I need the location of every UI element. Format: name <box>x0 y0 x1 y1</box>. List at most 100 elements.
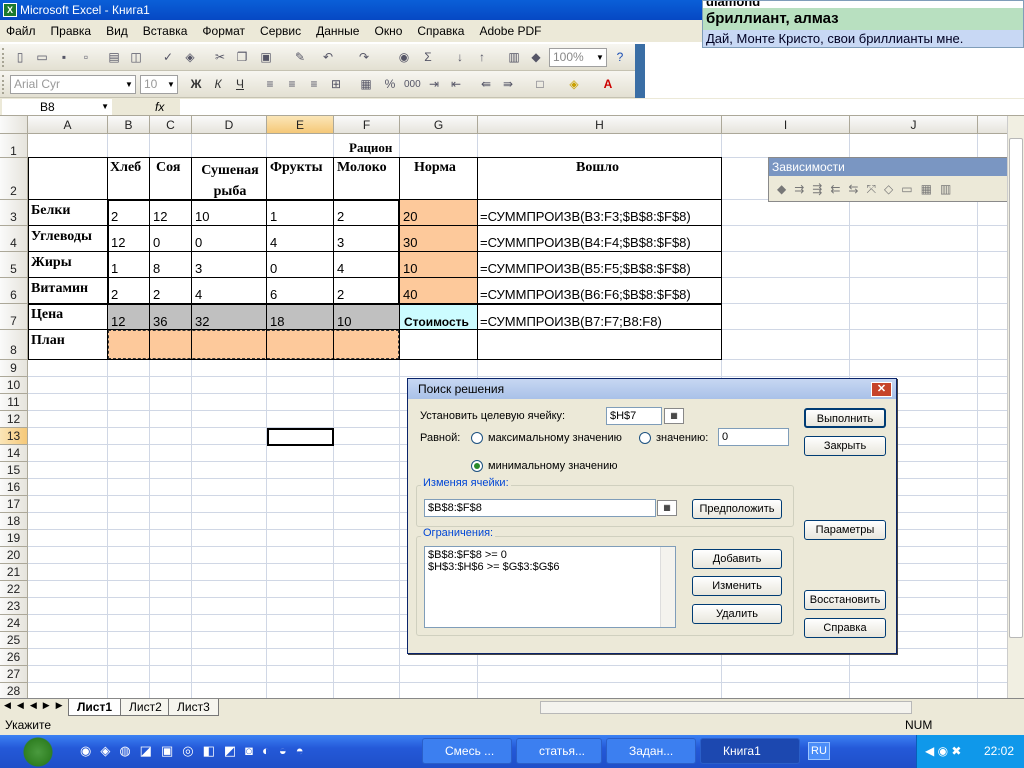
row-header-24[interactable]: 24 <box>0 615 28 632</box>
thousands-button[interactable]: 000 <box>404 77 421 92</box>
formula-cell[interactable]: =СУММПРОИЗВ(B6:F6;$B$8:$F$8) <box>480 287 691 302</box>
font-combo[interactable]: Arial Cyr ▼ <box>10 75 136 94</box>
price-value[interactable]: 10 <box>337 314 351 329</box>
cost-formula[interactable]: =СУММПРОИЗВ(B7:F7;B8:F8) <box>480 314 662 329</box>
taskbar-item-active[interactable]: Книга1 <box>700 738 800 764</box>
cell-value[interactable]: 6 <box>270 287 277 302</box>
cell-value[interactable]: 3 <box>195 261 202 276</box>
row-header-12[interactable]: 12 <box>0 411 28 428</box>
row-header-2[interactable]: 2 <box>0 158 28 200</box>
column-header-k[interactable] <box>978 116 1008 134</box>
row-header-9[interactable]: 9 <box>0 360 28 377</box>
options-button[interactable]: Параметры <box>804 520 886 540</box>
cell-value[interactable]: 3 <box>337 235 344 250</box>
horizontal-scrollbar[interactable] <box>540 701 912 714</box>
formula-cell[interactable]: =СУММПРОИЗВ(B5:F5;$B$8:$F$8) <box>480 261 691 276</box>
cell-value[interactable]: 12 <box>153 209 167 224</box>
dialog-close-button[interactable]: ✕ <box>871 382 892 397</box>
toolbar-options[interactable] <box>635 44 645 71</box>
min-radio[interactable] <box>471 460 483 472</box>
permission-icon[interactable]: ▫ <box>78 50 94 65</box>
row-header-10[interactable]: 10 <box>0 377 28 394</box>
max-radio[interactable] <box>471 432 483 444</box>
constraint-item[interactable]: $H$3:$H$6 >= $G$3:$G$6 <box>425 561 675 573</box>
active-cell[interactable] <box>267 428 334 446</box>
cell-value[interactable]: 4 <box>270 235 277 250</box>
row-header-11[interactable]: 11 <box>0 394 28 411</box>
row-header-7[interactable]: 7 <box>0 304 28 330</box>
cell-value[interactable]: 10 <box>195 209 209 224</box>
row-header-20[interactable]: 20 <box>0 547 28 564</box>
collapse-dialog-icon[interactable]: ▦ <box>657 500 677 516</box>
sheet-tab-1[interactable]: Лист1 <box>68 699 122 716</box>
toolbar-options[interactable] <box>635 71 645 98</box>
print-preview-icon[interactable]: ◫ <box>128 50 144 65</box>
column-header-b[interactable]: B <box>108 116 150 134</box>
menu-view[interactable]: Вид <box>106 24 128 38</box>
cell-value[interactable]: 0 <box>270 261 277 276</box>
constraints-list[interactable]: $B$8:$F$8 >= 0 $H$3:$H$6 >= $G$3:$G$6 <box>424 546 676 628</box>
decrease-indent-icon[interactable]: ⇚ <box>478 77 494 92</box>
formula-cell[interactable]: =СУММПРОИЗВ(B3:F3;$B$8:$F$8) <box>480 209 691 224</box>
dependencies-icons[interactable]: ◆⇉⇶⇇⇆⤧◇▭▦▥ <box>769 176 1023 202</box>
format-painter-icon[interactable]: ✎ <box>292 50 308 65</box>
cell-value[interactable]: 8 <box>153 261 160 276</box>
italic-button[interactable]: К <box>210 77 226 92</box>
value-input[interactable]: 0 <box>718 428 789 446</box>
sort-ascending-icon[interactable]: ↓ <box>452 50 468 65</box>
name-box[interactable]: B8 ▼ <box>2 99 112 115</box>
help-icon[interactable]: ? <box>612 50 628 65</box>
cell-value[interactable]: 4 <box>195 287 202 302</box>
menu-edit[interactable]: Правка <box>51 24 92 38</box>
row-header-23[interactable]: 23 <box>0 598 28 615</box>
row-header-5[interactable]: 5 <box>0 252 28 278</box>
price-value[interactable]: 36 <box>153 314 167 329</box>
borders-icon[interactable]: □ <box>532 77 548 92</box>
select-all-corner[interactable] <box>0 116 28 134</box>
row-header-6[interactable]: 6 <box>0 278 28 304</box>
row-header-16[interactable]: 16 <box>0 479 28 496</box>
row-header-22[interactable]: 22 <box>0 581 28 598</box>
delete-button[interactable]: Удалить <box>692 604 782 624</box>
row-header-28[interactable]: 28 <box>0 683 28 698</box>
cell-value[interactable]: 2 <box>153 287 160 302</box>
norm-value[interactable]: 40 <box>403 287 417 302</box>
formula-cell[interactable]: =СУММПРОИЗВ(B4:F4;$B$8:$F$8) <box>480 235 691 250</box>
reset-all-button[interactable]: Восстановить <box>804 590 886 610</box>
constraints-scrollbar[interactable] <box>660 547 675 627</box>
collapse-dialog-icon[interactable]: ▦ <box>664 408 684 424</box>
column-header-g[interactable]: G <box>400 116 478 134</box>
norm-value[interactable]: 20 <box>403 209 417 224</box>
vertical-scrollbar[interactable] <box>1007 116 1024 698</box>
norm-value[interactable]: 10 <box>403 261 417 276</box>
row-header-18[interactable]: 18 <box>0 513 28 530</box>
language-indicator[interactable]: RU <box>808 742 830 760</box>
menu-format[interactable]: Формат <box>202 24 245 38</box>
cell-value[interactable]: 2 <box>111 209 118 224</box>
save-icon[interactable]: ▪ <box>56 50 72 65</box>
value-radio[interactable] <box>639 432 651 444</box>
row-header-26[interactable]: 26 <box>0 649 28 666</box>
target-cell-input[interactable]: $H$7 <box>606 407 662 425</box>
bold-button[interactable]: Ж <box>188 77 204 92</box>
taskbar-item[interactable]: Задан... <box>606 738 696 764</box>
solve-button[interactable]: Выполнить <box>804 408 886 428</box>
drawing-icon[interactable]: ◆ <box>528 50 544 65</box>
column-header-d[interactable]: D <box>192 116 267 134</box>
start-button[interactable] <box>0 735 76 768</box>
spelling-icon[interactable]: ✓ <box>160 50 176 65</box>
cell-value[interactable]: 2 <box>111 287 118 302</box>
cut-icon[interactable]: ✂ <box>212 50 228 65</box>
row-header-19[interactable]: 19 <box>0 530 28 547</box>
row-header-3[interactable]: 3 <box>0 200 28 226</box>
column-header-a[interactable]: A <box>28 116 108 134</box>
chart-wizard-icon[interactable]: ▥ <box>506 50 522 65</box>
row-header-25[interactable]: 25 <box>0 632 28 649</box>
sheet-tab-2[interactable]: Лист2 <box>120 699 171 716</box>
formula-input[interactable] <box>180 99 1024 115</box>
align-right-icon[interactable]: ≡ <box>306 77 322 92</box>
changing-cells-input[interactable]: $B$8:$F$8 <box>424 499 656 517</box>
tray-icons[interactable]: ◀ ◉ ✖ <box>925 735 961 768</box>
menu-adobe-pdf[interactable]: Adobe PDF <box>479 24 541 38</box>
insert-function-icon[interactable]: fx <box>155 98 164 116</box>
